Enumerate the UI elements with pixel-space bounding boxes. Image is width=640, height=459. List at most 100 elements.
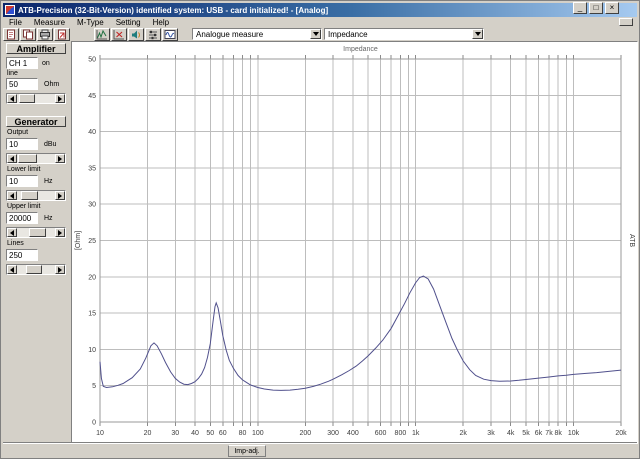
svg-text:10k: 10k xyxy=(568,430,580,437)
measure-curve-button[interactable] xyxy=(94,27,110,41)
scrollbar-thumb[interactable] xyxy=(21,191,39,200)
scrollbar-thumb[interactable] xyxy=(25,265,42,274)
scrollbar-track[interactable] xyxy=(17,265,55,274)
svg-text:300: 300 xyxy=(327,430,339,437)
scope-button[interactable] xyxy=(162,27,178,41)
measure-cancel-icon xyxy=(113,29,124,39)
menu-item-help[interactable]: Help xyxy=(147,18,175,27)
measurement-tab[interactable]: Imp-adj. xyxy=(228,445,266,457)
scrollbar-thumb[interactable] xyxy=(19,94,36,103)
value-scrollbar[interactable] xyxy=(6,93,66,104)
printer-button[interactable] xyxy=(37,27,53,41)
close-button[interactable]: × xyxy=(605,2,619,14)
scroll-left-arrow[interactable] xyxy=(7,154,17,163)
scrollbar-thumb[interactable] xyxy=(28,228,46,237)
value-scrollbar[interactable] xyxy=(6,153,66,164)
impedance-curve xyxy=(99,275,622,391)
measure-cancel-button[interactable] xyxy=(111,27,127,41)
scrollbar-track[interactable] xyxy=(17,228,55,237)
parameter-field: Lines xyxy=(6,240,66,275)
toolbar: Analogue measure Impedance xyxy=(3,27,637,41)
svg-text:10: 10 xyxy=(96,430,104,437)
triangle-right-icon xyxy=(58,266,62,273)
svg-text:400: 400 xyxy=(347,430,359,437)
triangle-right-icon xyxy=(58,192,62,199)
unit-label: Ohm xyxy=(44,80,60,88)
triangle-right-icon xyxy=(58,95,62,102)
export-button[interactable] xyxy=(54,27,70,41)
title-bar: ATB-Precision (32-Bit-Version) identifie… xyxy=(3,3,637,17)
scroll-left-arrow[interactable] xyxy=(7,228,17,237)
field-label: Upper limit xyxy=(7,203,41,210)
scroll-right-arrow[interactable] xyxy=(55,191,65,200)
scrollbar-track[interactable] xyxy=(17,191,55,200)
svg-text:6k: 6k xyxy=(535,430,543,437)
measure-mode-combobox[interactable]: Analogue measure xyxy=(192,28,322,40)
svg-text:20: 20 xyxy=(144,430,152,437)
chevron-down-icon[interactable] xyxy=(310,29,321,39)
menu-item-m-type[interactable]: M-Type xyxy=(71,18,110,27)
speaker-measure-button[interactable] xyxy=(128,27,144,41)
measure-type-combobox[interactable]: Impedance xyxy=(324,28,484,40)
svg-text:30: 30 xyxy=(88,202,96,209)
menu-item-measure[interactable]: Measure xyxy=(28,18,71,27)
channel-select[interactable]: CH 1 xyxy=(6,57,38,69)
triangle-right-icon xyxy=(58,155,62,162)
field-label: Output xyxy=(7,129,29,136)
svg-text:200: 200 xyxy=(299,430,311,437)
value-scrollbar[interactable] xyxy=(6,227,66,238)
new-document-button[interactable] xyxy=(3,27,19,41)
scrollbar-track[interactable] xyxy=(17,94,55,103)
svg-text:50: 50 xyxy=(88,57,96,64)
line-label: line xyxy=(7,70,18,77)
scroll-right-arrow[interactable] xyxy=(55,265,65,274)
new-document-icon xyxy=(7,29,15,39)
maximize-button[interactable]: □ xyxy=(589,2,603,14)
unit-label: Hz xyxy=(44,214,53,222)
scrollbar-thumb[interactable] xyxy=(17,154,37,163)
menu-item-file[interactable]: File xyxy=(3,18,28,27)
field-label: Lower limit xyxy=(7,166,41,173)
lower-limit-input[interactable] xyxy=(6,175,38,187)
value-scrollbar[interactable] xyxy=(6,264,66,275)
sidebar: Amplifier CH 1 on line Ohm Generator Out… xyxy=(3,41,69,444)
levels-button[interactable] xyxy=(145,27,161,41)
svg-text:50: 50 xyxy=(206,430,214,437)
scroll-right-arrow[interactable] xyxy=(55,94,65,103)
app-window: { "window": { "title": "ATB-Precision (3… xyxy=(0,0,640,459)
scroll-right-arrow[interactable] xyxy=(55,154,65,163)
svg-text:600: 600 xyxy=(375,430,387,437)
output-input[interactable] xyxy=(6,138,38,150)
chart-panel: 0 5 10 15 20 25 30 35 40 45 50 10 20 30 40 50 60 80 100 200… xyxy=(71,41,638,444)
svg-text:7k: 7k xyxy=(545,430,553,437)
scroll-right-arrow[interactable] xyxy=(55,228,65,237)
scroll-left-arrow[interactable] xyxy=(7,265,17,274)
mdi-child-button[interactable] xyxy=(619,18,633,26)
scrollbar-track[interactable] xyxy=(17,154,55,163)
printer-icon xyxy=(40,29,50,39)
scroll-left-arrow[interactable] xyxy=(7,94,17,103)
impedance-input[interactable] xyxy=(6,78,38,90)
parameter-field: Output dBu xyxy=(6,129,66,164)
copy-button[interactable] xyxy=(20,27,36,41)
status-bar: Imp-adj. xyxy=(3,442,637,457)
scroll-left-arrow[interactable] xyxy=(7,191,17,200)
chevron-down-icon[interactable] xyxy=(472,29,483,39)
svg-text:0: 0 xyxy=(92,420,96,427)
value-scrollbar[interactable] xyxy=(6,190,66,201)
svg-text:80: 80 xyxy=(239,430,247,437)
triangle-right-icon xyxy=(58,229,62,236)
svg-text:4k: 4k xyxy=(507,430,515,437)
svg-text:45: 45 xyxy=(88,93,96,100)
field-label: Lines xyxy=(7,240,24,247)
lines-input[interactable] xyxy=(6,249,38,261)
menu-item-setting[interactable]: Setting xyxy=(110,18,147,27)
minimize-button[interactable]: _ xyxy=(573,2,587,14)
svg-text:[Ohm]: [Ohm] xyxy=(75,231,82,250)
upper-limit-input[interactable] xyxy=(6,212,38,224)
svg-text:ATB: ATB xyxy=(628,234,635,247)
unit-label: Hz xyxy=(44,177,53,185)
svg-text:15: 15 xyxy=(88,311,96,318)
app-icon xyxy=(5,5,15,15)
svg-text:20k: 20k xyxy=(615,430,627,437)
